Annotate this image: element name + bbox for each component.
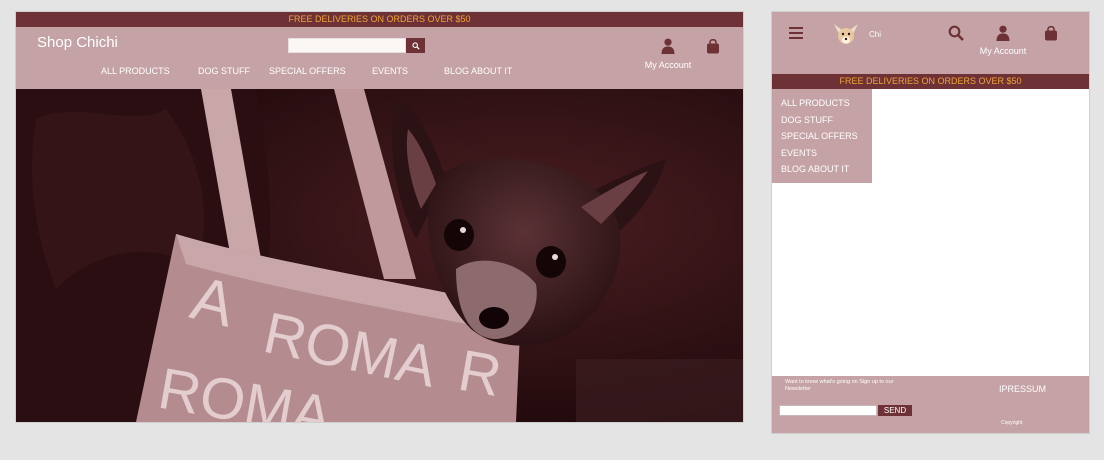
nav-special-offers[interactable]: SPECIAL OFFERS: [269, 66, 346, 76]
dog-in-bag-image: A ROMA ROMA R: [16, 89, 743, 422]
shopping-bag-icon[interactable]: [1044, 26, 1058, 41]
mobile-footer: Want to know what's going on Sign up to …: [772, 376, 1089, 433]
mobile-menu-blog[interactable]: BLOG ABOUT IT: [772, 161, 872, 178]
nav-events[interactable]: EVENTS: [372, 66, 408, 76]
nav-all-products[interactable]: ALL PRODUCTS: [101, 66, 170, 76]
shopping-bag-icon: [707, 38, 719, 54]
impressum-link[interactable]: IPRESSUM: [999, 384, 1046, 394]
mobile-account-button[interactable]: My Account: [978, 25, 1028, 56]
mobile-menu-dog-stuff[interactable]: DOG STUFF: [772, 112, 872, 129]
user-icon: [996, 25, 1010, 41]
nav-dog-stuff[interactable]: DOG STUFF: [198, 66, 250, 76]
mobile-menu-panel: ALL PRODUCTS DOG STUFF SPECIAL OFFERS EV…: [772, 89, 872, 183]
mobile-promo-banner: FREE DELIVERIES ON ORDERS OVER $50: [772, 74, 1089, 89]
search-bar: [288, 38, 425, 53]
mobile-logo-text: Chi: [869, 30, 882, 39]
search-icon: [411, 41, 420, 50]
mobile-menu-events[interactable]: EVENTS: [772, 145, 872, 162]
mobile-header: Chi My Account: [772, 12, 1089, 74]
desktop-preview: FREE DELIVERIES ON ORDERS OVER $50 Shop …: [15, 11, 744, 423]
search-input[interactable]: [288, 38, 406, 53]
nav-blog[interactable]: BLOG ABOUT IT: [444, 66, 512, 76]
dog-logo-icon[interactable]: [832, 22, 860, 46]
search-icon[interactable]: [948, 25, 964, 41]
user-icon: [661, 38, 675, 54]
shop-logo[interactable]: Shop Chichi: [37, 34, 118, 51]
desktop-header: Shop Chichi My Account ALL PRODUCTS DOG …: [16, 27, 743, 89]
hero-image: A ROMA ROMA R: [16, 89, 743, 422]
mobile-account-label: My Account: [979, 46, 1027, 56]
newsletter-email-input[interactable]: [779, 405, 877, 416]
promo-banner: FREE DELIVERIES ON ORDERS OVER $50: [16, 12, 743, 27]
newsletter-send-button[interactable]: SEND: [878, 405, 912, 416]
cart-button[interactable]: [706, 38, 720, 59]
mobile-preview: Chi My Account FREE DELIVERIES ON ORDERS…: [771, 11, 1090, 434]
main-nav: ALL PRODUCTS DOG STUFF SPECIAL OFFERS EV…: [16, 66, 743, 80]
newsletter-text: Want to know what's going on Sign up to …: [785, 379, 894, 392]
search-button[interactable]: [406, 38, 425, 53]
hamburger-menu-icon[interactable]: [789, 27, 803, 39]
mobile-menu-special-offers[interactable]: SPECIAL OFFERS: [772, 128, 872, 145]
mobile-menu-all-products[interactable]: ALL PRODUCTS: [772, 95, 872, 112]
copyright-text: Copyright: [1001, 420, 1023, 426]
